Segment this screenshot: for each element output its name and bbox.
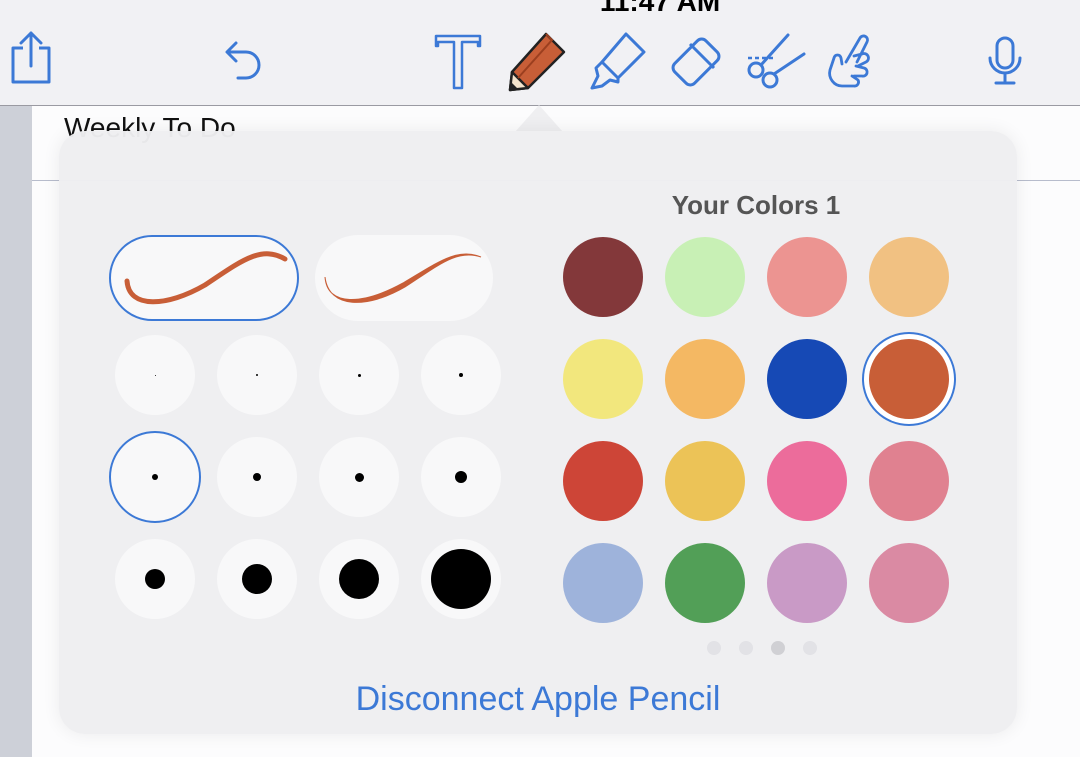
color-swatch[interactable]: [665, 237, 745, 317]
page-dot[interactable]: [739, 641, 753, 655]
stroke-size-dot: [256, 374, 258, 376]
stroke-size-option-7[interactable]: [319, 437, 399, 517]
color-swatch[interactable]: [869, 441, 949, 521]
stroke-size-option-11[interactable]: [319, 539, 399, 619]
hand-tool-button[interactable]: [826, 32, 874, 90]
tapered-stroke-icon: [324, 253, 482, 303]
scissors-icon: [747, 33, 806, 89]
color-swatch[interactable]: [563, 441, 643, 521]
color-swatch[interactable]: [767, 339, 847, 419]
color-swatch[interactable]: [563, 237, 643, 317]
scissors-tool-button[interactable]: [746, 32, 806, 90]
disconnect-apple-pencil-button[interactable]: Disconnect Apple Pencil: [59, 680, 1017, 719]
status-bar-time: 11:47 AM: [599, 0, 721, 17]
color-swatch[interactable]: [665, 543, 745, 623]
stroke-size-option-4[interactable]: [421, 335, 501, 415]
stroke-size-option-9[interactable]: [115, 539, 195, 619]
stroke-size-option-12[interactable]: [421, 539, 501, 619]
color-swatch[interactable]: [665, 339, 745, 419]
pencil-icon: [508, 32, 566, 92]
text-tool-button[interactable]: [434, 34, 482, 90]
microphone-button[interactable]: [986, 36, 1024, 86]
stroke-size-dot: [154, 374, 156, 376]
highlighter-tool-button[interactable]: [586, 30, 648, 92]
page-dot[interactable]: [771, 641, 785, 655]
color-swatch[interactable]: [665, 441, 745, 521]
eraser-tool-button[interactable]: [666, 32, 726, 92]
color-swatch[interactable]: [563, 339, 643, 419]
stroke-size-dot: [145, 569, 165, 589]
microphone-icon: [988, 36, 1022, 85]
color-swatch[interactable]: [767, 237, 847, 317]
color-swatch[interactable]: [767, 441, 847, 521]
pencil-tool-button[interactable]: [506, 30, 568, 92]
colors-title: Your Colors 1: [671, 190, 841, 220]
color-swatch[interactable]: [563, 543, 643, 623]
color-swatch[interactable]: [869, 237, 949, 317]
share-button[interactable]: [10, 30, 52, 84]
hand-pointer-icon: [828, 34, 870, 88]
uniform-stroke-icon: [124, 251, 288, 305]
page-dot[interactable]: [707, 641, 721, 655]
text-tool-icon: [434, 34, 482, 90]
document-margin: [0, 106, 32, 757]
pencil-options-popover: [59, 131, 1017, 734]
toolbar: 11:47 AM: [0, 0, 1080, 106]
stroke-size-option-8[interactable]: [421, 437, 501, 517]
undo-button[interactable]: [224, 40, 264, 82]
stroke-size-option-10[interactable]: [217, 539, 297, 619]
stroke-size-option-5[interactable]: [109, 431, 201, 523]
eraser-icon: [671, 37, 721, 87]
stroke-size-dot: [357, 373, 361, 377]
popover-arrow: [515, 105, 563, 132]
stroke-size-dot: [455, 471, 467, 483]
share-icon: [11, 31, 51, 84]
stroke-size-option-2[interactable]: [217, 335, 297, 415]
color-swatch[interactable]: [767, 543, 847, 623]
color-swatch[interactable]: [869, 339, 949, 419]
stroke-size-dot: [431, 549, 491, 609]
undo-icon: [225, 41, 261, 80]
stroke-size-option-1[interactable]: [115, 335, 195, 415]
pen-style-uniform[interactable]: [109, 235, 299, 321]
color-swatch[interactable]: [869, 543, 949, 623]
stroke-size-dot: [459, 373, 463, 377]
stroke-size-dot: [242, 564, 272, 594]
stroke-size-dot: [339, 559, 379, 599]
stroke-size-dot: [253, 473, 261, 481]
stroke-size-dot: [354, 472, 364, 482]
stroke-size-option-6[interactable]: [217, 437, 297, 517]
page-dot[interactable]: [803, 641, 817, 655]
stroke-size-dot: [152, 474, 158, 480]
pen-style-tapered[interactable]: [315, 235, 493, 321]
highlighter-icon: [590, 32, 646, 90]
stroke-size-option-3[interactable]: [319, 335, 399, 415]
